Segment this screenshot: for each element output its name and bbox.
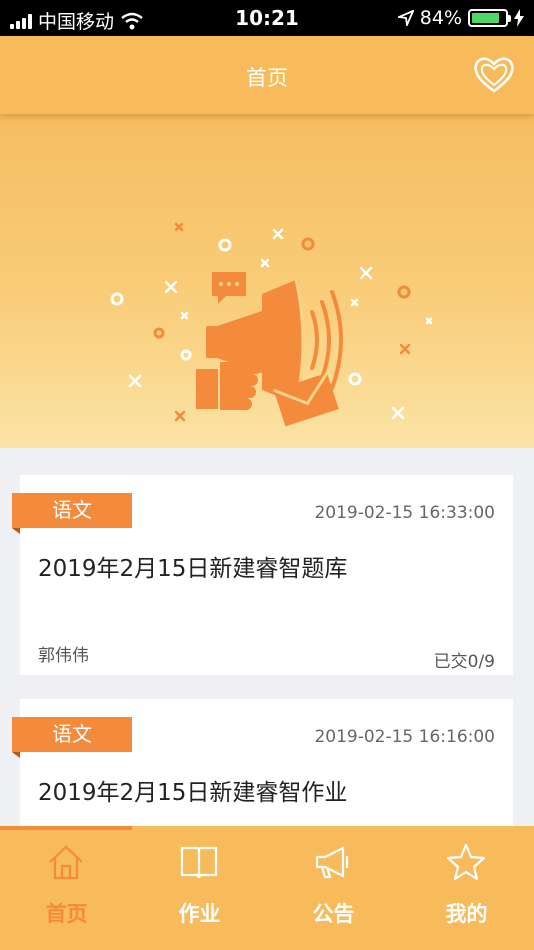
home-icon xyxy=(49,845,83,880)
battery-percent: 84% xyxy=(419,7,462,29)
page-title: 首页 xyxy=(246,66,288,90)
subject-tag: 语文 xyxy=(12,493,132,534)
charging-icon xyxy=(514,9,524,27)
star-icon xyxy=(446,843,486,881)
assignment-card[interactable]: 语文 2019-02-15 16:16:00 2019年2月15日新建睿智作业 xyxy=(12,699,513,839)
book-icon xyxy=(180,846,218,879)
tab-label: 作业 xyxy=(178,902,221,926)
megaphone-icon xyxy=(315,846,349,879)
status-bar: 中国移动 10:21 84% xyxy=(0,0,534,36)
nav-bar: 首页 xyxy=(0,36,534,114)
banner xyxy=(0,114,534,448)
card-time: 2019-02-15 16:16:00 xyxy=(314,727,495,747)
tab-label: 公告 xyxy=(312,902,355,926)
tab-homework[interactable]: 作业 xyxy=(133,826,266,950)
card-title: 2019年2月15日新建睿智作业 xyxy=(38,780,348,806)
tab-announcements[interactable]: 公告 xyxy=(267,826,400,950)
card-author: 郭伟伟 xyxy=(38,646,89,666)
card-time: 2019-02-15 16:33:00 xyxy=(314,503,495,523)
tab-home[interactable]: 首页 xyxy=(0,826,133,950)
assignment-card[interactable]: 语文 2019-02-15 16:33:00 2019年2月15日新建睿智题库 … xyxy=(12,475,513,675)
tab-label: 我的 xyxy=(445,902,488,926)
heart-icon[interactable] xyxy=(472,54,516,94)
tab-label: 首页 xyxy=(45,902,88,926)
battery-icon xyxy=(468,9,511,27)
card-status: 已交0/9 xyxy=(433,652,495,672)
tab-profile[interactable]: 我的 xyxy=(400,826,533,950)
tab-bar: 首页 作业 公告 我的 xyxy=(0,826,534,950)
megaphone-announcement-illustration xyxy=(110,222,433,427)
subject-tag: 语文 xyxy=(12,717,132,758)
location-icon xyxy=(397,10,414,26)
card-title: 2019年2月15日新建睿智题库 xyxy=(38,556,348,582)
